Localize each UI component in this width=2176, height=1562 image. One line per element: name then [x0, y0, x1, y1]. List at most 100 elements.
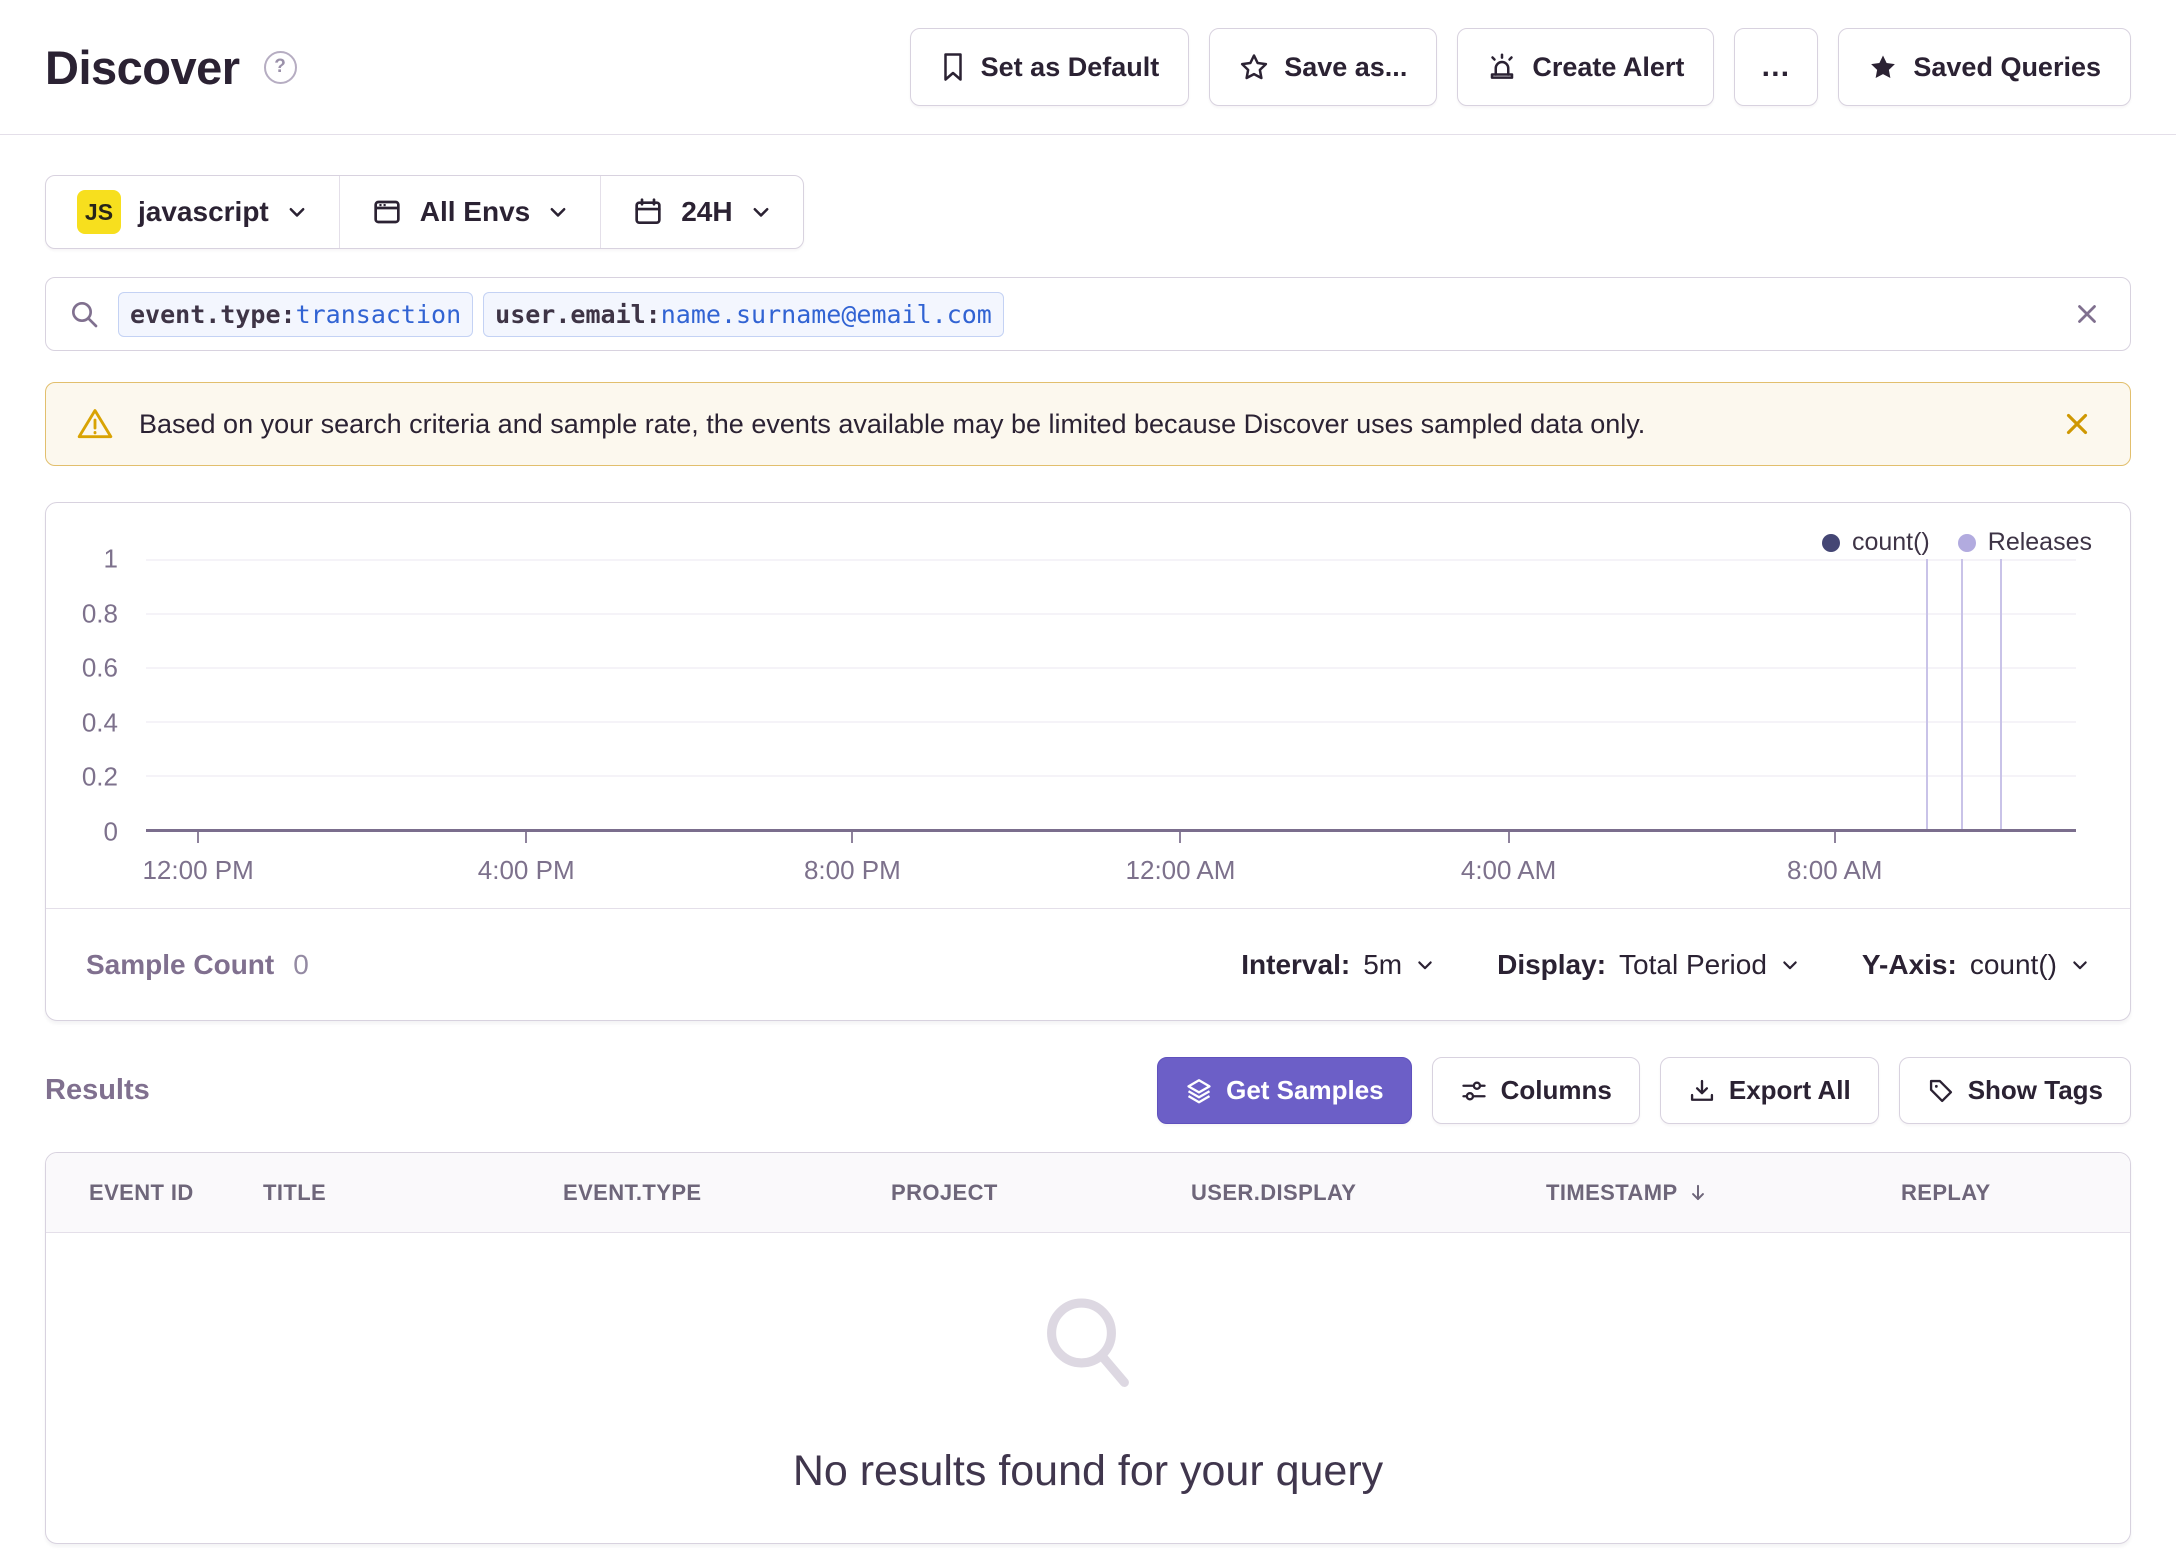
x-axis-tick [1179, 832, 1182, 843]
app-header: Discover ? Set as Default Save as... Cre… [0, 0, 2176, 135]
show-tags-label: Show Tags [1967, 1075, 2103, 1105]
save-as-button[interactable]: Save as... [1209, 28, 1438, 106]
chart-gridline [146, 667, 2076, 669]
sliders-icon [1460, 1077, 1488, 1105]
page-title: Discover [45, 40, 240, 94]
search-token-user-email[interactable]: user.email:name.surname@email.com [483, 291, 1004, 337]
chevron-down-icon [1780, 955, 1800, 975]
y-axis-tick-label: 0.6 [81, 652, 118, 683]
column-header-event-type[interactable]: EVENT.TYPE [563, 1180, 891, 1206]
x-axis-tick-label: 12:00 AM [1125, 855, 1236, 885]
environment-filter[interactable]: All Envs [338, 176, 600, 248]
legend-count-dot [1821, 533, 1840, 552]
x-axis-tick [851, 832, 854, 843]
legend-item-releases[interactable]: Releases [1957, 528, 2092, 557]
chart-gridline [146, 613, 2076, 615]
release-marker [1926, 559, 1929, 829]
main-content: JS javascript All Envs 24H event.type:tr… [0, 135, 2176, 1544]
y-axis-label: Y-Axis: [1861, 948, 1957, 980]
saved-queries-label: Saved Queries [1913, 51, 2101, 82]
help-icon[interactable]: ? [263, 50, 297, 84]
legend-count-label: count() [1851, 528, 1930, 556]
column-label: TIMESTAMP [1546, 1179, 1678, 1205]
token-value: transaction [295, 299, 462, 329]
clear-search-button[interactable] [2066, 293, 2108, 335]
results-bar: Results Get Samples Columns Export All S… [45, 1057, 2131, 1124]
star-filled-icon [1868, 52, 1898, 82]
column-header-title[interactable]: TITLE [263, 1180, 563, 1206]
chart-footer-controls: Interval: 5m Display: Total Period Y-Axi… [1241, 949, 2090, 981]
results-actions: Get Samples Columns Export All Show Tags [1157, 1057, 2131, 1124]
legend-releases-dot [1957, 533, 1976, 552]
x-axis-tick [1833, 832, 1836, 843]
saved-queries-button[interactable]: Saved Queries [1838, 28, 2131, 106]
token-key: event.type: [130, 299, 296, 329]
chart-panel: count() Releases 1 0.8 0.6 0.4 0.2 0 12:00 PM… [45, 502, 2131, 1021]
project-filter[interactable]: JS javascript [46, 176, 339, 248]
show-tags-button[interactable]: Show Tags [1898, 1057, 2131, 1124]
get-samples-button[interactable]: Get Samples [1157, 1057, 1412, 1124]
chevron-down-icon [750, 201, 772, 223]
set-as-default-label: Set as Default [980, 51, 1160, 82]
column-label: TITLE [263, 1179, 327, 1205]
search-icon [68, 298, 100, 330]
column-header-event-id[interactable]: EVENT ID [89, 1180, 263, 1206]
header-actions: Set as Default Save as... Create Alert …… [909, 28, 2131, 106]
y-axis-select[interactable]: Y-Axis: count() [1862, 949, 2090, 981]
display-label: Display: [1497, 948, 1607, 980]
more-options-button[interactable]: … [1734, 28, 1819, 106]
star-outline-icon [1239, 52, 1269, 82]
search-query-tokens[interactable]: event.type:transaction user.email:name.s… [118, 291, 2048, 337]
chart-gridline [146, 775, 2076, 777]
sample-count-label: Sample Count [86, 948, 275, 980]
legend-item-count[interactable]: count() [1821, 528, 1930, 557]
column-header-project[interactable]: PROJECT [891, 1180, 1191, 1206]
legend-releases-label: Releases [1987, 528, 2092, 556]
sample-count: Sample Count 0 [86, 949, 309, 981]
column-header-timestamp[interactable]: TIMESTAMP [1546, 1180, 1901, 1206]
chart-gridline [146, 559, 2076, 561]
results-heading: Results [45, 1074, 150, 1106]
layers-icon [1185, 1077, 1213, 1105]
release-marker [1999, 559, 2002, 829]
warning-message: Based on your search criteria and sample… [139, 408, 1646, 439]
sampled-data-warning-banner: Based on your search criteria and sample… [45, 382, 2131, 466]
y-axis-value: count() [1969, 948, 2057, 980]
export-all-label: Export All [1728, 1075, 1851, 1105]
column-label: REPLAY [1901, 1179, 1991, 1205]
column-header-user-display[interactable]: USER.DISPLAY [1191, 1180, 1546, 1206]
x-axis-tick-label: 4:00 PM [477, 855, 575, 885]
columns-button[interactable]: Columns [1431, 1057, 1640, 1124]
set-as-default-button[interactable]: Set as Default [909, 28, 1190, 106]
chart-gridline [146, 721, 2076, 723]
token-key: user.email: [495, 299, 661, 329]
empty-state-message: No results found for your query [792, 1446, 1384, 1495]
interval-value: 5m [1363, 948, 1403, 980]
x-axis-tick-label: 8:00 AM [1787, 855, 1883, 885]
display-select[interactable]: Display: Total Period [1497, 949, 1800, 981]
y-axis-tick-label: 0.8 [81, 598, 118, 629]
search-bar[interactable]: event.type:transaction user.email:name.s… [45, 277, 2131, 351]
y-axis-tick-label: 1 [103, 543, 118, 574]
table-header-row: EVENT ID TITLE EVENT.TYPE PROJECT USER.D… [46, 1153, 2130, 1233]
display-value: Total Period [1619, 948, 1767, 980]
export-all-button[interactable]: Export All [1659, 1057, 1879, 1124]
chevron-down-icon [2070, 955, 2090, 975]
save-as-label: Save as... [1284, 51, 1408, 82]
create-alert-label: Create Alert [1532, 51, 1685, 82]
alert-siren-icon [1487, 52, 1517, 82]
x-axis-tick-label: 4:00 AM [1460, 855, 1557, 885]
x-axis-tick [197, 832, 200, 843]
column-header-replay[interactable]: REPLAY [1901, 1180, 2130, 1206]
interval-select[interactable]: Interval: 5m [1241, 949, 1435, 981]
search-token-event-type[interactable]: event.type:transaction [118, 291, 474, 337]
dismiss-warning-button[interactable] [2054, 401, 2100, 447]
time-range-filter[interactable]: 24H [600, 176, 802, 248]
javascript-platform-icon: JS [77, 190, 121, 234]
empty-search-icon [1023, 1281, 1153, 1411]
events-chart[interactable]: count() Releases 1 0.8 0.6 0.4 0.2 0 12:00 PM… [46, 503, 2130, 908]
time-range-label: 24H [681, 196, 733, 227]
ellipsis-icon: … [1760, 50, 1793, 83]
create-alert-button[interactable]: Create Alert [1457, 28, 1715, 106]
column-label: EVENT ID [89, 1179, 194, 1205]
